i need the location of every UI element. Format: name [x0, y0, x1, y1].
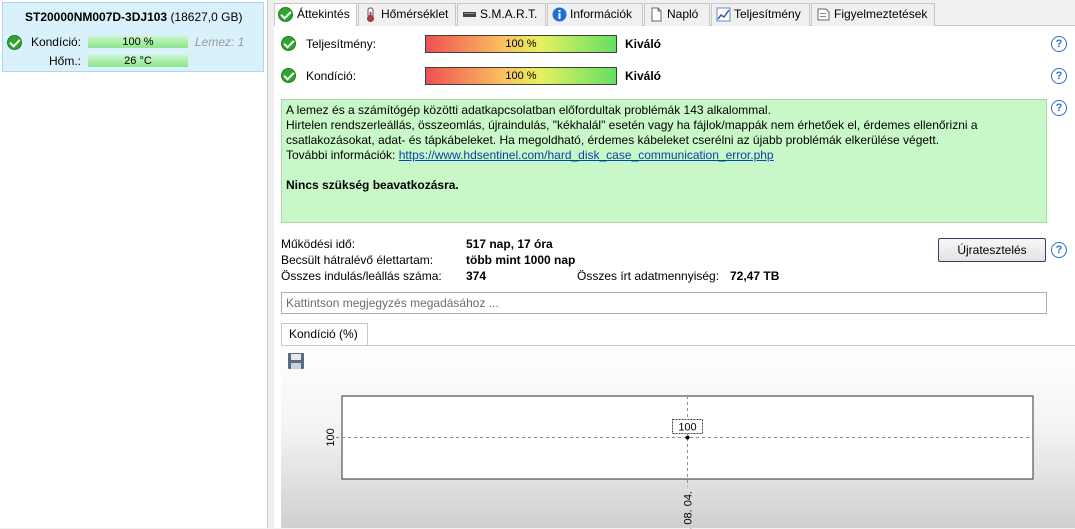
total-written-label: Összes írt adatmennyiség: — [577, 269, 720, 283]
condition-bar: 100 % — [425, 67, 617, 85]
disk-model: ST20000NM007D-3DJ103 — [25, 10, 168, 24]
condition-row: Kondíció: 100 % Kiváló ? — [274, 65, 1074, 87]
status-description: A lemez és a számítógép közötti adatkapc… — [281, 99, 1047, 223]
x-tick-label: 2025. 08. 04. — [683, 491, 695, 529]
info-more: További információk: https://www.hdsenti… — [286, 148, 1042, 163]
tab-condition-chart[interactable]: Kondíció (%) — [281, 323, 368, 345]
performance-chart-icon — [716, 7, 731, 22]
data-label: 100 — [678, 422, 696, 434]
tab-label: Figyelmeztetések — [834, 7, 928, 21]
condition-label: Kondíció: — [306, 69, 357, 83]
disk-condition-label: Kondíció: — [30, 35, 81, 49]
check-circle-icon — [281, 68, 296, 83]
disk-temp-row: Hőm.: 26 °C — [3, 53, 265, 69]
disk-title: ST20000NM007D-3DJ103 (18627,0 GB) — [25, 10, 242, 24]
info-icon — [552, 7, 567, 22]
disk-condition-row: Kondíció: 100 % Lemez: 1 — [3, 34, 265, 50]
drive-icon — [463, 12, 476, 17]
help-icon[interactable]: ? — [1051, 68, 1067, 84]
disk-list-item[interactable]: ST20000NM007D-3DJ103 (18627,0 GB) Kondíc… — [2, 2, 264, 72]
info-more-label: További információk: — [286, 148, 396, 162]
y-tick-label: 100 — [325, 428, 337, 446]
remaining-life-label: Becsült hátralévő élettartam: — [281, 253, 434, 267]
info-line-1: A lemez és a számítógép közötti adatkapc… — [286, 103, 771, 117]
info-action: Nincs szükség beavatkozásra. — [286, 178, 459, 192]
uptime-label: Működési idő: — [281, 237, 356, 251]
disk-temp-bar: 26 °C — [88, 55, 188, 67]
tab-label: Áttekintés — [297, 7, 350, 21]
performance-label: Teljesítmény: — [306, 37, 377, 51]
start-stop-value: 374 — [466, 269, 487, 283]
tab-label: Hőmérséklet — [381, 7, 449, 21]
help-icon[interactable]: ? — [1051, 242, 1067, 258]
tab-temperature[interactable]: Hőmérséklet — [358, 3, 456, 26]
check-circle-icon — [7, 35, 22, 50]
help-icon[interactable]: ? — [1051, 100, 1067, 116]
condition-chart-panel: 100 2025. 08. 04. 100 — [281, 345, 1075, 529]
retest-button[interactable]: Újratesztelés — [938, 238, 1046, 262]
performance-value: Kiváló — [625, 37, 662, 51]
tab-log[interactable]: Napló — [644, 3, 710, 26]
performance-row: Teljesítmény: 100 % Kiváló ? — [274, 33, 1074, 55]
remaining-life-value: több mint 1000 nap — [466, 253, 576, 267]
total-written-value: 72,47 TB — [730, 269, 780, 283]
help-icon[interactable]: ? — [1051, 36, 1067, 52]
disk-condition-bar: 100 % — [88, 36, 188, 48]
disk-number-label: Lemez: 1 — [195, 35, 245, 49]
start-stop-label: Összes indulás/leállás száma: — [281, 269, 442, 283]
overview-panel: Teljesítmény: 100 % Kiváló ? Kondíció: 1… — [274, 26, 1075, 529]
info-link[interactable]: https://www.hdsentinel.com/hard_disk_cas… — [399, 148, 774, 162]
data-point — [685, 435, 690, 440]
tab-label: Teljesítmény — [734, 7, 801, 21]
thermometer-icon — [367, 7, 374, 22]
check-circle-icon — [278, 7, 293, 22]
tab-label: Napló — [667, 7, 699, 21]
info-line-2: Hirtelen rendszerleállás, összeomlás, új… — [286, 118, 978, 147]
tab-label: S.M.A.R.T. — [480, 7, 538, 21]
condition-chart: 100 2025. 08. 04. 100 — [325, 395, 1034, 529]
tab-performance[interactable]: Teljesítmény — [711, 3, 810, 26]
uptime-value: 517 nap, 17 óra — [466, 237, 553, 251]
disk-list-panel: ST20000NM007D-3DJ103 (18627,0 GB) Kondíc… — [0, 0, 268, 528]
tab-smart[interactable]: S.M.A.R.T. — [457, 3, 546, 26]
tab-warnings[interactable]: Figyelmeztetések — [811, 3, 935, 26]
tab-bar: Áttekintés Hőmérséklet S.M.A.R.T. Inform… — [274, 3, 1075, 27]
tab-information[interactable]: Információk — [547, 3, 643, 26]
disk-capacity: (18627,0 GB) — [170, 10, 243, 24]
condition-value: Kiváló — [625, 69, 662, 83]
performance-bar: 100 % — [425, 35, 617, 53]
tab-label: Információk — [570, 7, 633, 21]
warnings-icon — [817, 8, 830, 21]
disk-temp-label: Hőm.: — [48, 54, 81, 68]
check-circle-icon — [281, 36, 296, 51]
tab-overview[interactable]: Áttekintés — [274, 3, 357, 27]
document-icon — [651, 7, 662, 22]
note-input[interactable]: Kattintson megjegyzés megadásához ... — [281, 292, 1047, 314]
